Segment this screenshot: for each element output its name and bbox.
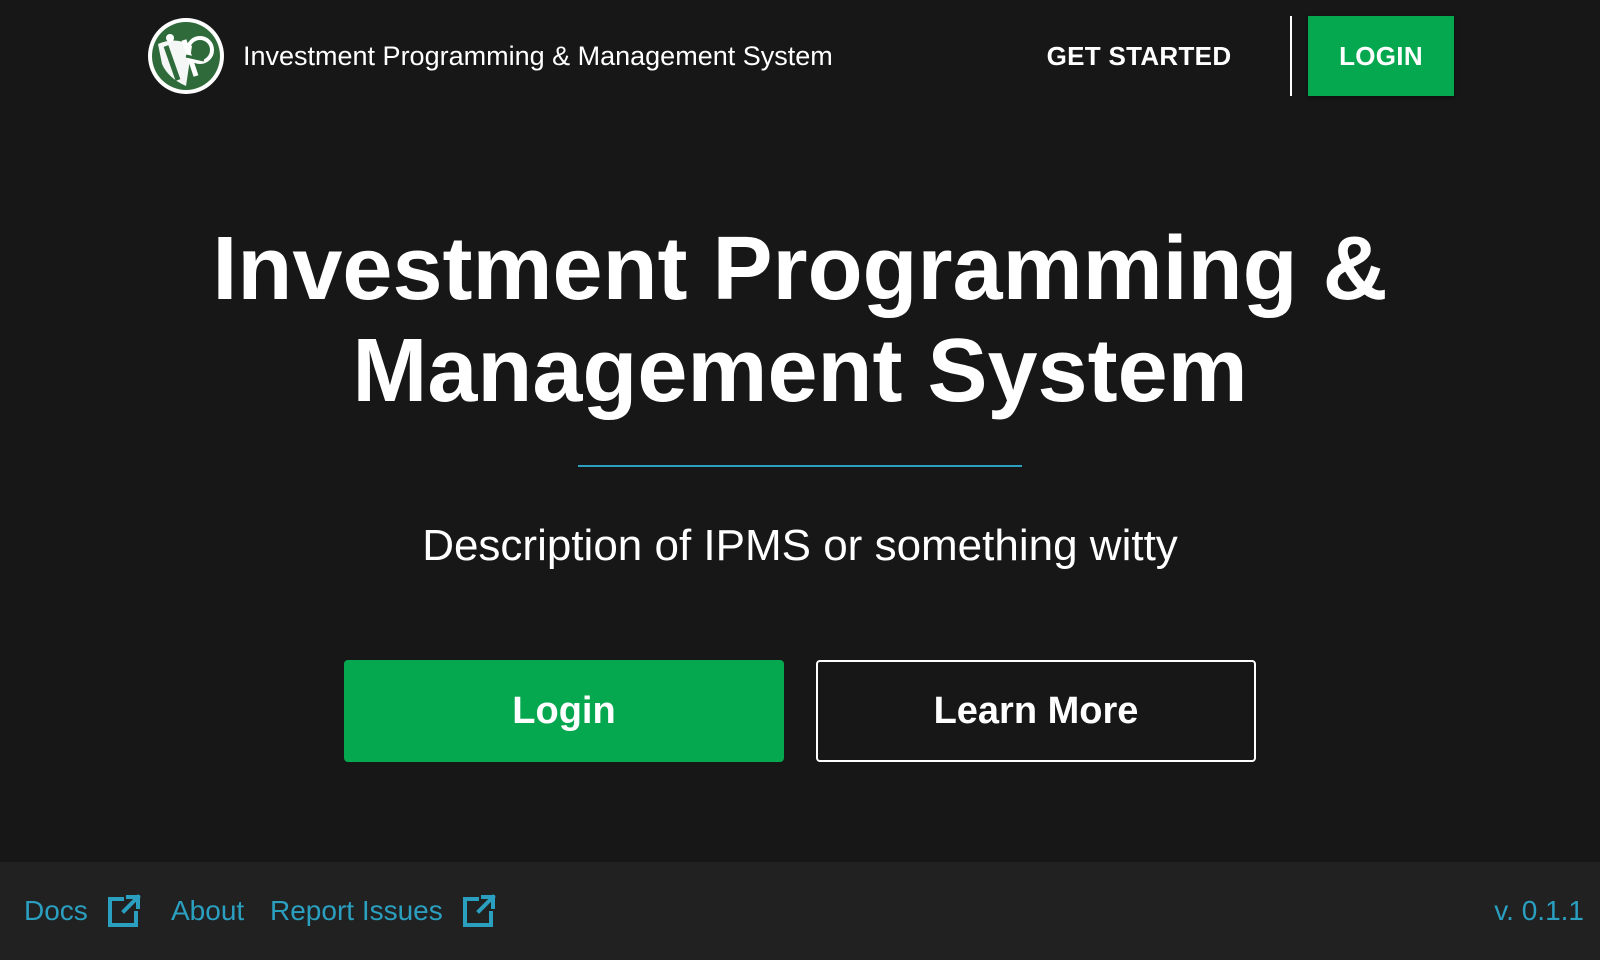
ipms-logo[interactable] <box>146 16 226 96</box>
footer-link-docs-label: Docs <box>24 895 88 926</box>
footer-link-about-label: About <box>171 895 245 926</box>
get-started-nav-link[interactable]: GET STARTED <box>1042 16 1236 96</box>
hero-title-line-2: Management System <box>352 321 1248 421</box>
footer-link-about[interactable]: About <box>171 862 244 960</box>
nav-divider <box>1290 16 1292 96</box>
footer: Docs About Report Issues v. 0.1.1 <box>0 862 1600 960</box>
landing-page: Investment Programming & Management Syst… <box>0 0 1600 960</box>
footer-link-report-issues[interactable]: Report Issues <box>270 862 499 960</box>
hero-description: Description of IPMS or something witty <box>422 521 1178 570</box>
hero-divider <box>578 465 1022 467</box>
login-button[interactable]: Login <box>344 660 784 762</box>
top-nav-bar: Investment Programming & Management Syst… <box>0 0 1600 112</box>
learn-more-button[interactable]: Learn More <box>816 660 1256 762</box>
footer-link-report-issues-label: Report Issues <box>270 895 443 926</box>
app-name: Investment Programming & Management Syst… <box>243 41 833 71</box>
external-link-icon <box>462 894 496 927</box>
hero-title: Investment Programming & Management Syst… <box>0 218 1600 422</box>
footer-link-docs[interactable]: Docs <box>24 862 144 960</box>
external-link-icon <box>107 894 141 927</box>
hero-title-line-1: Investment Programming & <box>212 219 1388 319</box>
version-label: v. 0.1.1 <box>1494 895 1584 926</box>
login-nav-button[interactable]: LOGIN <box>1308 16 1454 96</box>
